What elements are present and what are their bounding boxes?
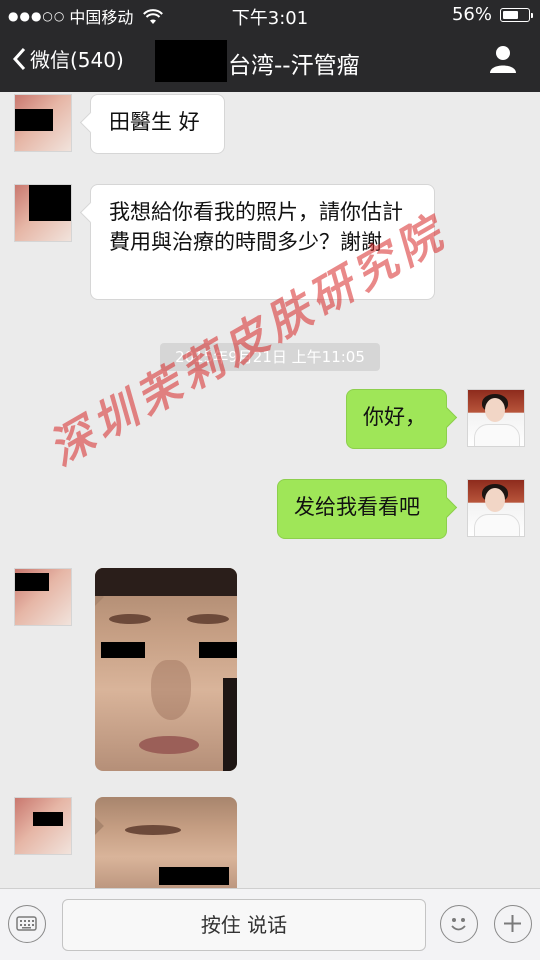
image-message[interactable]	[95, 568, 237, 771]
chat-header: 微信(540) 台湾--汗管瘤	[0, 30, 540, 92]
emoji-icon[interactable]	[440, 905, 478, 943]
message-bubble[interactable]: 你好，	[346, 389, 447, 449]
chevron-left-icon	[12, 47, 26, 70]
input-toolbar: 按住 说话	[0, 888, 540, 960]
message-list[interactable]: 田醫生 好 我想給你看我的照片，請你估計費用與治療的時間多少？謝謝 2015年9…	[0, 92, 540, 888]
message-text: 发给我看看吧	[294, 495, 420, 519]
person-icon[interactable]	[488, 44, 518, 74]
keyboard-icon[interactable]	[8, 905, 46, 943]
patient-avatar[interactable]	[14, 568, 72, 626]
back-button[interactable]: 微信(540)	[12, 44, 124, 73]
message-text: 田醫生 好	[109, 110, 200, 134]
doctor-avatar[interactable]	[467, 389, 525, 447]
plus-icon[interactable]	[494, 905, 532, 943]
battery-icon	[500, 7, 533, 22]
message-bubble[interactable]: 发给我看看吧	[277, 479, 447, 539]
message-text: 我想給你看我的照片，請你估計費用與治療的時間多少？謝謝	[109, 200, 403, 254]
doctor-avatar[interactable]	[467, 479, 525, 537]
message-bubble[interactable]: 我想給你看我的照片，請你估計費用與治療的時間多少？謝謝	[90, 184, 435, 300]
chat-title: 台湾--汗管瘤	[228, 53, 360, 79]
timestamp: 2015年9月21日 上午11:05	[160, 343, 380, 371]
hold-to-talk-button[interactable]: 按住 说话	[62, 899, 426, 951]
message-text: 你好，	[363, 405, 426, 429]
patient-avatar[interactable]	[14, 184, 72, 242]
status-bar: ●●●○○ 中国移动 下午3:01 56%	[0, 0, 540, 30]
message-bubble[interactable]: 田醫生 好	[90, 94, 225, 154]
battery-percent: 56%	[451, 4, 492, 25]
image-message[interactable]	[95, 797, 237, 888]
patient-avatar[interactable]	[14, 797, 72, 855]
patient-avatar[interactable]	[14, 94, 72, 152]
back-label: 微信(540)	[30, 48, 124, 72]
redaction-block	[155, 40, 227, 82]
